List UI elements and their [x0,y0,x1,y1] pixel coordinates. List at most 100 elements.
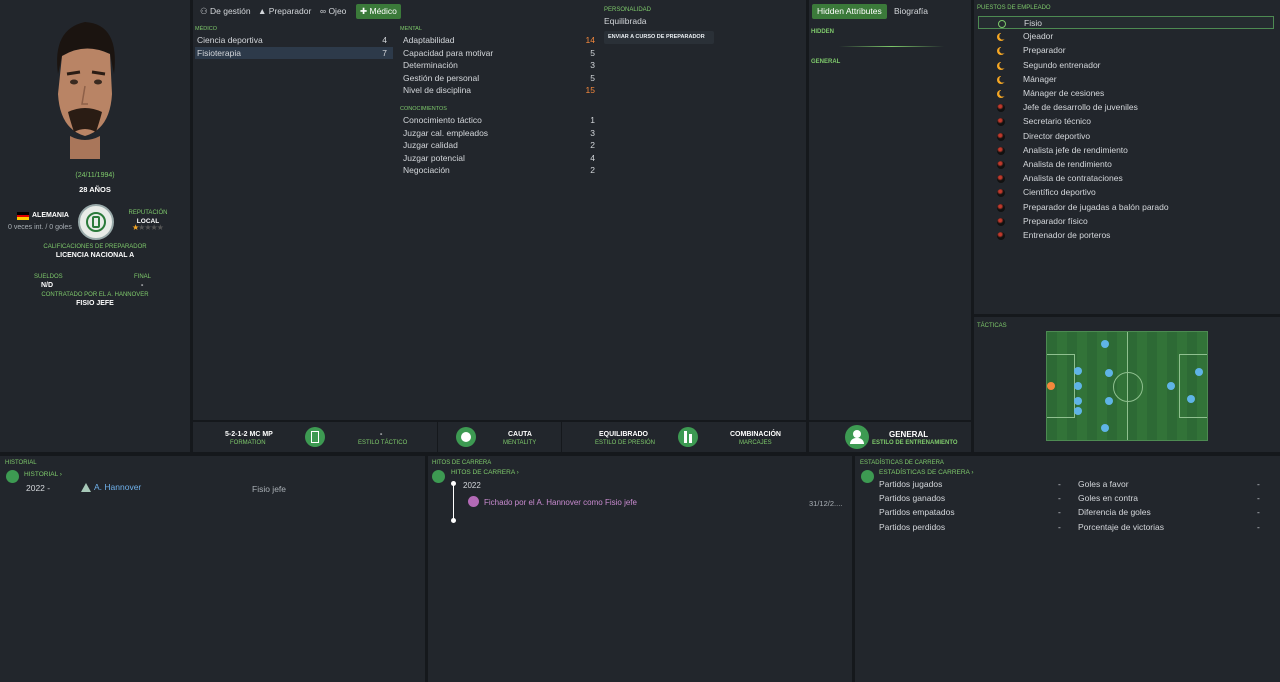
role-row[interactable]: Preparador de jugadas a balón parado [978,201,1274,214]
knowledge-attr-row[interactable]: Negociación 2 [401,164,601,176]
tab-hidden-attributes[interactable]: Hidden Attributes [812,4,887,19]
role-row[interactable]: Preparador físico [978,215,1274,228]
marking-icon[interactable] [678,427,698,447]
medical-attr-row-value: 4 [382,35,387,45]
mental-attr-row-value: 5 [590,72,595,83]
history-year: 2022 - [26,483,51,493]
medical-attr-row-label: Ciencia deportiva [197,35,263,45]
milestone-event[interactable]: Fichado por el A. Hannover como Fisio je… [484,498,637,507]
role-label: Preparador de jugadas a balón parado [1023,201,1169,212]
knowledge-attr-row-label: Negociación [403,165,450,175]
medical-attr-row[interactable]: Ciencia deportiva 4 [195,34,393,46]
mental-attr-row[interactable]: Gestión de personal 5 [401,72,601,84]
training-sub: ESTILO DE ENTRENAMIENTO [872,440,958,446]
role-row[interactable]: Científico deportivo [978,186,1274,199]
mental-attr-row[interactable]: Determinación 3 [401,59,601,71]
mental-attr-row[interactable]: Adaptabilidad 14 [401,34,601,46]
career-stat-value: - [1257,493,1260,504]
mental-attr-row-label: Capacidad para motivar [403,47,494,58]
history-link[interactable]: HISTORIAL › [24,471,62,478]
role-unsuitable-icon [997,175,1005,184]
medical-attr-row[interactable]: Fisioterapia 7 [195,47,393,59]
role-row[interactable]: Director deportivo [978,130,1274,143]
role-row[interactable]: Mánager de cesiones [978,87,1274,100]
knowledge-attr-row[interactable]: Juzgar potencial 4 [401,152,601,164]
career-stat-label: Goles a favor [1078,479,1129,489]
player-marker [1105,397,1113,405]
knowledge-attr-row[interactable]: Conocimiento táctico 1 [401,114,601,126]
training-icon[interactable] [845,425,869,449]
birth-date: (24/11/1994) [75,172,115,179]
history-club-link[interactable]: A. Hannover [94,482,141,492]
wage-value: N/D [41,282,54,289]
mental-attr-row-label: Adaptabilidad [403,35,455,45]
role-row[interactable]: Analista de contrataciones [978,172,1274,185]
cone-icon: ▲ [258,6,267,16]
knowledge-attr-row-value: 2 [590,165,595,175]
mental-attr-row[interactable]: Capacidad para motivar 5 [401,47,601,59]
role-row[interactable]: Analista de rendimiento [978,158,1274,171]
divider [839,46,944,47]
role-partial-icon [997,75,1005,84]
player-marker [1074,407,1082,415]
send-course-button[interactable]: ENVIAR A CURSO DE PREPARADOR [604,31,714,44]
knowledge-attr-row[interactable]: Juzgar cal. empleados 3 [401,127,601,139]
wage-label: SUELDOS [34,274,63,280]
profile-panel: (24/11/1994) 28 AÑOS ALEMANIA 0 veces in… [0,0,190,452]
mental-attr-row-label: Nivel de disciplina [403,85,472,95]
career-stat-label: Partidos ganados [879,493,946,504]
role-label: Analista jefe de rendimiento [1023,144,1128,155]
role-unsuitable-icon [997,203,1005,212]
knowledge-attr-row-label: Juzgar potencial [403,152,465,163]
mentality-icon[interactable] [456,427,476,447]
knowledge-attr-row-value: 3 [590,127,595,138]
role-row[interactable]: Jefe de desarrollo de juveniles [978,101,1274,114]
tactics-pitch[interactable] [1046,331,1208,441]
tab-coaching[interactable]: ▲ Preparador [254,4,315,19]
mental-attr-row-label: Gestión de personal [403,72,480,83]
milestones-link[interactable]: HITOS DE CARRERA › [451,469,519,476]
mental-attr-row[interactable]: Nivel de disciplina 15 [401,84,601,96]
role-row[interactable]: Preparador [978,44,1274,57]
career-stat-value: - [1257,521,1260,532]
nationality[interactable]: ALEMANIA [32,212,69,219]
role-row[interactable]: Segundo entrenador [978,59,1274,72]
role-suitable-icon [998,20,1006,28]
timeline-dot [451,518,456,523]
player-marker [1074,367,1082,375]
contract-role: FISIO JEFE [76,300,114,307]
role-row[interactable]: Mánager [978,73,1274,86]
role-label: Analista de contrataciones [1023,173,1123,184]
club-badge-icon [81,483,91,492]
tab-management[interactable]: ⚇ De gestión [196,4,255,19]
role-unsuitable-icon [997,118,1005,127]
role-row[interactable]: Secretario técnico [978,115,1274,128]
role-row[interactable]: Ojeador [978,30,1274,43]
tab-medical[interactable]: ✚ Médico [356,4,401,19]
role-row[interactable]: Analista jefe de rendimiento [978,144,1274,157]
personality-heading: PERSONALIDAD [604,7,652,13]
role-row[interactable]: Fisio [978,16,1274,29]
tactics-summary-bar: 5-2-1-2 MC MP FORMATION - ESTILO TÁCTICO… [193,422,806,452]
mental-attr-row-value: 14 [585,35,595,45]
role-label: Preparador [1023,45,1066,56]
career-stat-value: - [1058,479,1061,489]
milestones-panel: HITOS DE CARRERA HITOS DE CARRERA › 2022… [428,456,852,682]
medical-attr-row-label: Fisioterapia [197,48,241,58]
role-unsuitable-icon [997,161,1005,169]
role-label: Jefe de desarrollo de juveniles [1023,102,1138,113]
milestone-year: 2022 [463,481,481,490]
international-caps: 0 veces int. / 0 goles [8,224,72,231]
tab-scouting[interactable]: ∞ Ojeo [316,4,350,19]
knowledge-attr-row-label: Juzgar cal. empleados [403,127,489,138]
knowledge-attr-row-label: Conocimiento táctico [403,115,482,125]
tab-biography[interactable]: Biografía [894,4,928,19]
role-partial-icon [997,33,1005,42]
role-row[interactable]: Entrenador de porteros [978,229,1274,242]
knowledge-attr-row[interactable]: Juzgar calidad 2 [401,139,601,151]
player-marker [1101,424,1109,432]
role-unsuitable-icon [997,232,1005,240]
formation-icon[interactable] [305,427,325,447]
career-stats-link[interactable]: ESTADÍSTICAS DE CARRERA › [879,469,974,476]
medical-heading: MÉDICO [195,26,217,32]
